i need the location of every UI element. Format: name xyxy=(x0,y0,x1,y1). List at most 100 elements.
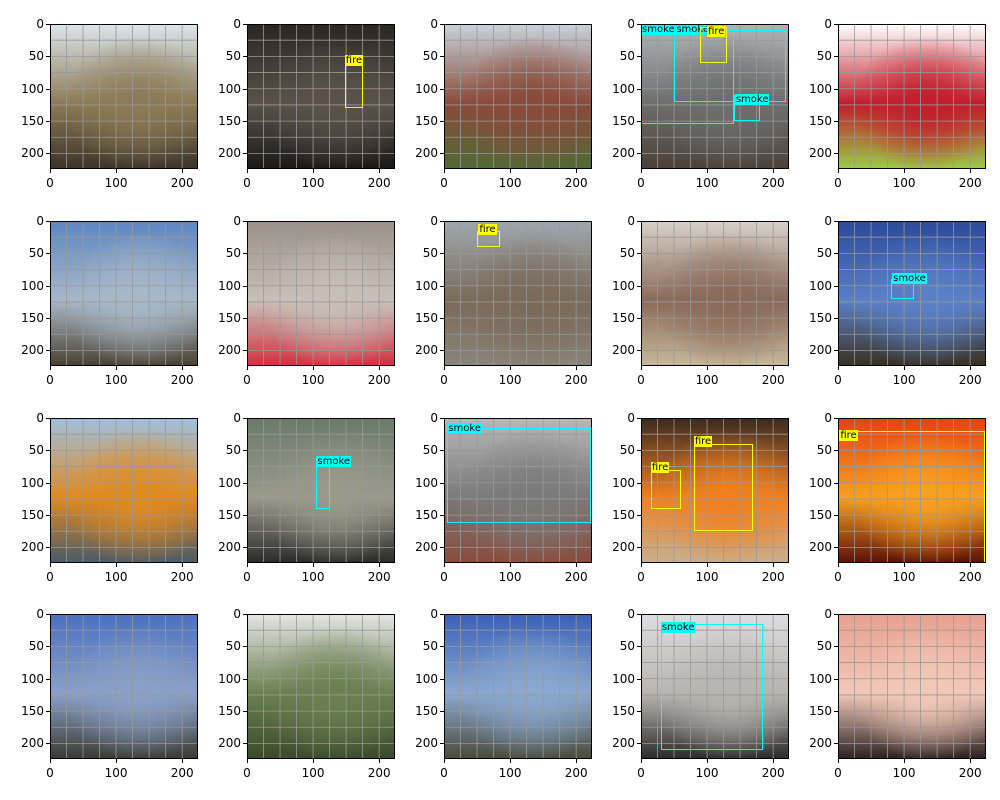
x-tick-label: 100 xyxy=(892,176,916,190)
y-tick-mark xyxy=(834,24,838,25)
photo-fisheye-sky-valley xyxy=(444,614,592,759)
image-panel xyxy=(838,614,986,759)
x-tick-mark xyxy=(576,563,578,567)
image-panel xyxy=(641,221,789,366)
x-tick-mark xyxy=(838,759,839,763)
x-tick-label: 200 xyxy=(367,176,391,190)
x-tick-mark xyxy=(970,563,972,567)
y-tick-mark xyxy=(46,121,50,123)
fire-detection-label: fire xyxy=(707,25,726,37)
x-tick-label: 0 xyxy=(834,373,842,387)
y-tick-mark xyxy=(440,285,444,287)
y-tick-mark xyxy=(834,678,838,680)
x-tick-mark xyxy=(641,759,642,763)
y-tick-mark xyxy=(637,153,641,155)
y-tick-mark xyxy=(834,743,838,745)
y-tick-mark xyxy=(440,614,444,615)
y-tick-mark xyxy=(243,318,247,320)
fire-detection-label: fire xyxy=(650,462,670,474)
smoke-detection-label: smoke xyxy=(316,455,352,467)
x-tick-label: 0 xyxy=(637,766,645,780)
fire-detection-label: fire xyxy=(478,224,497,236)
x-tick-label: 200 xyxy=(170,373,194,387)
y-tick-mark xyxy=(440,711,444,713)
x-tick-mark xyxy=(50,169,51,173)
y-tick-mark xyxy=(243,450,247,452)
x-tick-label: 0 xyxy=(637,176,645,190)
y-tick-label: 0 xyxy=(430,411,438,425)
y-tick-mark xyxy=(243,153,247,155)
photo-excavator-construction-worker-hardhat xyxy=(50,24,198,169)
photo-firefighter-dark-interior-flame xyxy=(247,24,395,169)
image-panel xyxy=(247,614,395,759)
y-tick-label: 50 xyxy=(422,443,438,458)
y-tick-mark xyxy=(46,24,50,25)
y-tick-mark xyxy=(834,221,838,222)
photo-fire-trucks-building xyxy=(444,221,592,366)
x-tick-mark xyxy=(379,759,381,763)
y-tick-mark xyxy=(637,253,641,255)
x-tick-mark xyxy=(247,366,248,370)
x-tick-mark xyxy=(576,366,578,370)
x-tick-label: 100 xyxy=(104,373,128,387)
y-tick-label: 150 xyxy=(809,311,832,326)
y-tick-label: 150 xyxy=(415,311,438,326)
fire-detection-label: fire xyxy=(693,436,713,448)
y-tick-label: 150 xyxy=(218,311,241,326)
x-tick-label: 100 xyxy=(892,766,916,780)
y-tick-label: 0 xyxy=(36,17,44,31)
x-tick-mark xyxy=(510,169,512,173)
y-tick-label: 150 xyxy=(809,704,832,719)
x-tick-mark xyxy=(116,759,118,763)
y-tick-label: 100 xyxy=(218,81,241,96)
y-tick-mark xyxy=(243,24,247,25)
image-grid-figure: 0 50 100 150 200 0 100 200 fire 0 50 100 150 200 0 100 2… xyxy=(0,0,1000,800)
y-tick-label: 100 xyxy=(612,81,635,96)
image-panel: smoke smoke fire smoke xyxy=(641,24,789,169)
y-tick-mark xyxy=(46,711,50,713)
x-tick-label: 100 xyxy=(498,176,522,190)
x-tick-label: 100 xyxy=(498,373,522,387)
x-tick-label: 100 xyxy=(498,766,522,780)
x-tick-label: 0 xyxy=(440,570,448,584)
y-tick-label: 200 xyxy=(612,343,635,358)
x-tick-mark xyxy=(970,366,972,370)
x-tick-mark xyxy=(444,169,445,173)
y-tick-label: 0 xyxy=(430,214,438,228)
x-tick-mark xyxy=(313,563,315,567)
x-tick-mark xyxy=(182,563,184,567)
x-tick-label: 100 xyxy=(301,373,325,387)
image-panel xyxy=(50,24,198,169)
y-tick-label: 200 xyxy=(612,146,635,161)
photo-fisheye-sky-mountains xyxy=(50,221,198,366)
x-tick-mark xyxy=(576,169,578,173)
y-tick-label: 200 xyxy=(218,736,241,751)
y-tick-label: 0 xyxy=(824,607,832,621)
y-tick-mark xyxy=(46,153,50,155)
y-tick-mark xyxy=(243,547,247,549)
x-tick-mark xyxy=(379,563,381,567)
y-tick-mark xyxy=(46,515,50,517)
x-tick-label: 0 xyxy=(243,176,251,190)
x-tick-mark xyxy=(970,169,972,173)
x-tick-mark xyxy=(116,366,118,370)
x-tick-mark xyxy=(773,169,775,173)
y-tick-label: 200 xyxy=(218,540,241,555)
y-tick-mark xyxy=(834,482,838,484)
fire-detection-box xyxy=(344,61,363,109)
smoke-detection-label: smoke xyxy=(734,93,770,105)
y-tick-mark xyxy=(243,482,247,484)
y-tick-mark xyxy=(46,482,50,484)
y-tick-mark xyxy=(46,88,50,90)
x-tick-mark xyxy=(182,366,184,370)
y-tick-mark xyxy=(243,221,247,222)
y-tick-label: 0 xyxy=(233,214,241,228)
x-tick-mark xyxy=(379,169,381,173)
y-tick-mark xyxy=(834,515,838,517)
y-tick-label: 150 xyxy=(612,704,635,719)
y-tick-label: 150 xyxy=(21,114,44,129)
x-tick-label: 100 xyxy=(104,570,128,584)
x-tick-label: 200 xyxy=(564,176,588,190)
y-tick-mark xyxy=(440,56,444,58)
y-tick-mark xyxy=(834,450,838,452)
